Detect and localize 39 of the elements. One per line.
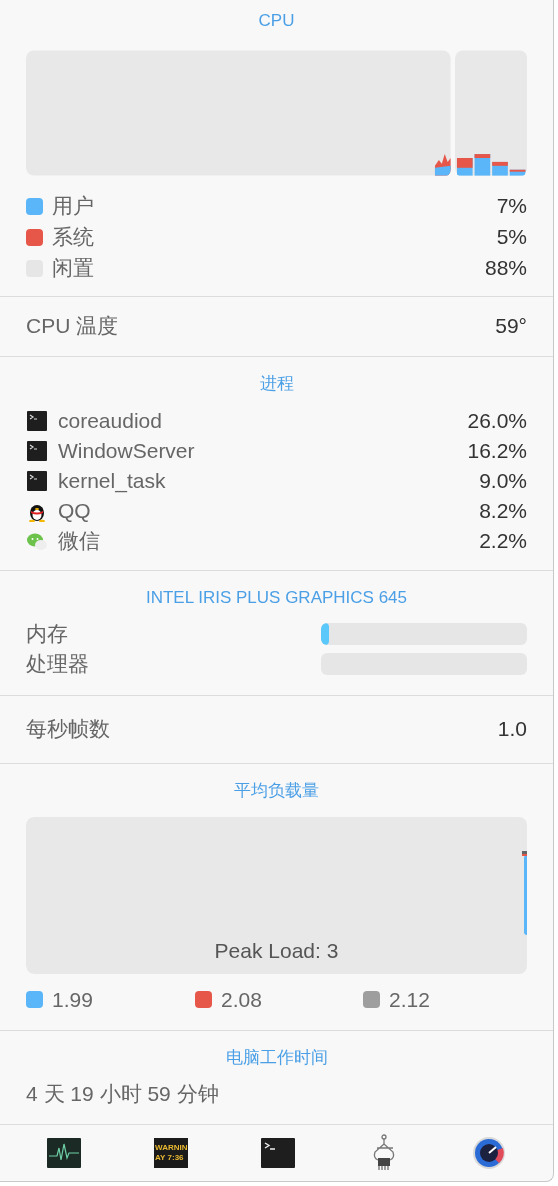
legend-label: 用户 (52, 193, 94, 220)
process-name: WindowServer (58, 438, 195, 465)
section-title: CPU (257, 10, 296, 32)
process-value: 9.0% (479, 468, 527, 495)
terminal-icon[interactable] (261, 1137, 296, 1168)
section-title: INTEL IRIS PLUS GRAPHICS 645 (144, 587, 409, 609)
section-title: 进程 (258, 372, 295, 395)
process-value: 2.2% (479, 528, 527, 555)
process-value: 26.0% (467, 408, 527, 435)
terminal-icon (26, 410, 48, 432)
row-value: 59° (495, 313, 527, 340)
activity-monitor-icon[interactable] (46, 1137, 81, 1168)
row-value: 1.0 (497, 716, 527, 743)
process-name: kernel_task (58, 468, 166, 495)
legend-value: 5% (496, 224, 527, 251)
legend-value: 2.08 (221, 987, 262, 1013)
process-name: 微信 (58, 528, 100, 555)
uptime-value: 4 天 19 小时 59 分钟 (26, 1081, 220, 1107)
row-label: CPU 温度 (26, 313, 119, 340)
process-value: 16.2% (467, 438, 527, 465)
meter-label: 处理器 (26, 650, 89, 677)
process-name: QQ (58, 498, 91, 525)
legend-label: 系统 (52, 224, 94, 251)
gauge-icon[interactable] (472, 1135, 507, 1170)
section-title: 平均负载量 (233, 779, 320, 802)
legend-value: 88% (484, 255, 527, 282)
terminal-icon (26, 470, 48, 492)
terminal-icon (26, 440, 48, 462)
legend-label: 闲置 (52, 255, 94, 282)
console-icon[interactable]: WARNIN AY 7:36 (154, 1137, 189, 1168)
peak-load-label: Peak Load: 3 (214, 938, 339, 962)
legend-value: 7% (496, 193, 527, 220)
process-value: 8.2% (479, 498, 527, 525)
process-name: coreaudiod (58, 408, 162, 435)
legend-value: 1.99 (52, 987, 93, 1013)
legend-value: 2.12 (389, 987, 430, 1013)
section-title: 电脑工作时间 (224, 1046, 329, 1069)
meter-label: 内存 (26, 620, 68, 647)
row-label: 每秒帧数 (26, 716, 110, 743)
